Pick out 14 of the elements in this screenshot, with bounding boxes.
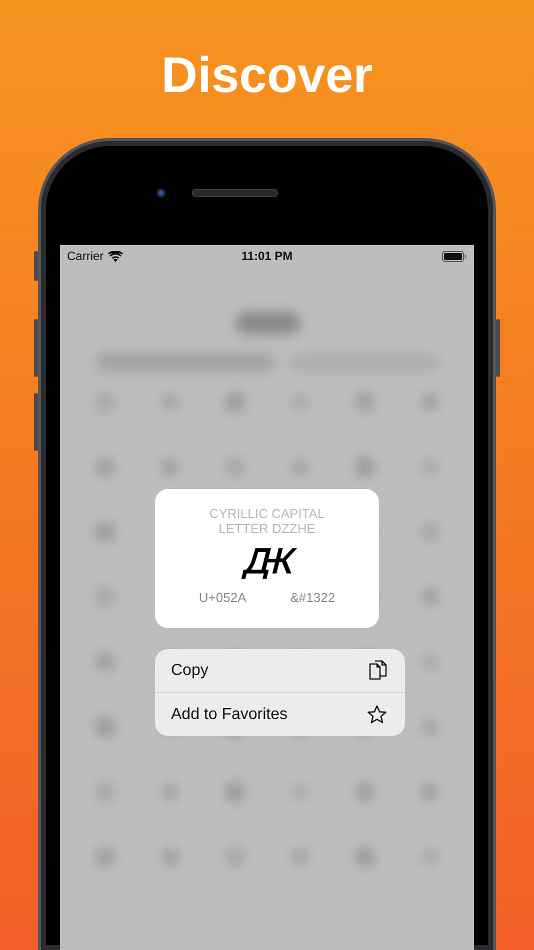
headline: Discover: [161, 46, 373, 105]
html-entity: &#1322: [290, 590, 336, 605]
status-time: 11:01 PM: [241, 249, 293, 263]
menu-item[interactable]: Add to Favorites: [155, 692, 405, 736]
character-name: CYRILLIC CAPITAL LETTER DZZHE: [208, 506, 326, 536]
copy-icon: [369, 660, 387, 682]
character-glyph: Ԫ: [235, 538, 299, 586]
battery-icon: [442, 250, 467, 262]
menu-item[interactable]: Copy: [155, 649, 405, 692]
star-icon: [367, 705, 387, 724]
camera-icon: [156, 188, 166, 198]
code-point: U+052A: [198, 590, 246, 605]
carrier-label: Carrier: [67, 249, 104, 263]
wifi-icon: [108, 250, 123, 262]
